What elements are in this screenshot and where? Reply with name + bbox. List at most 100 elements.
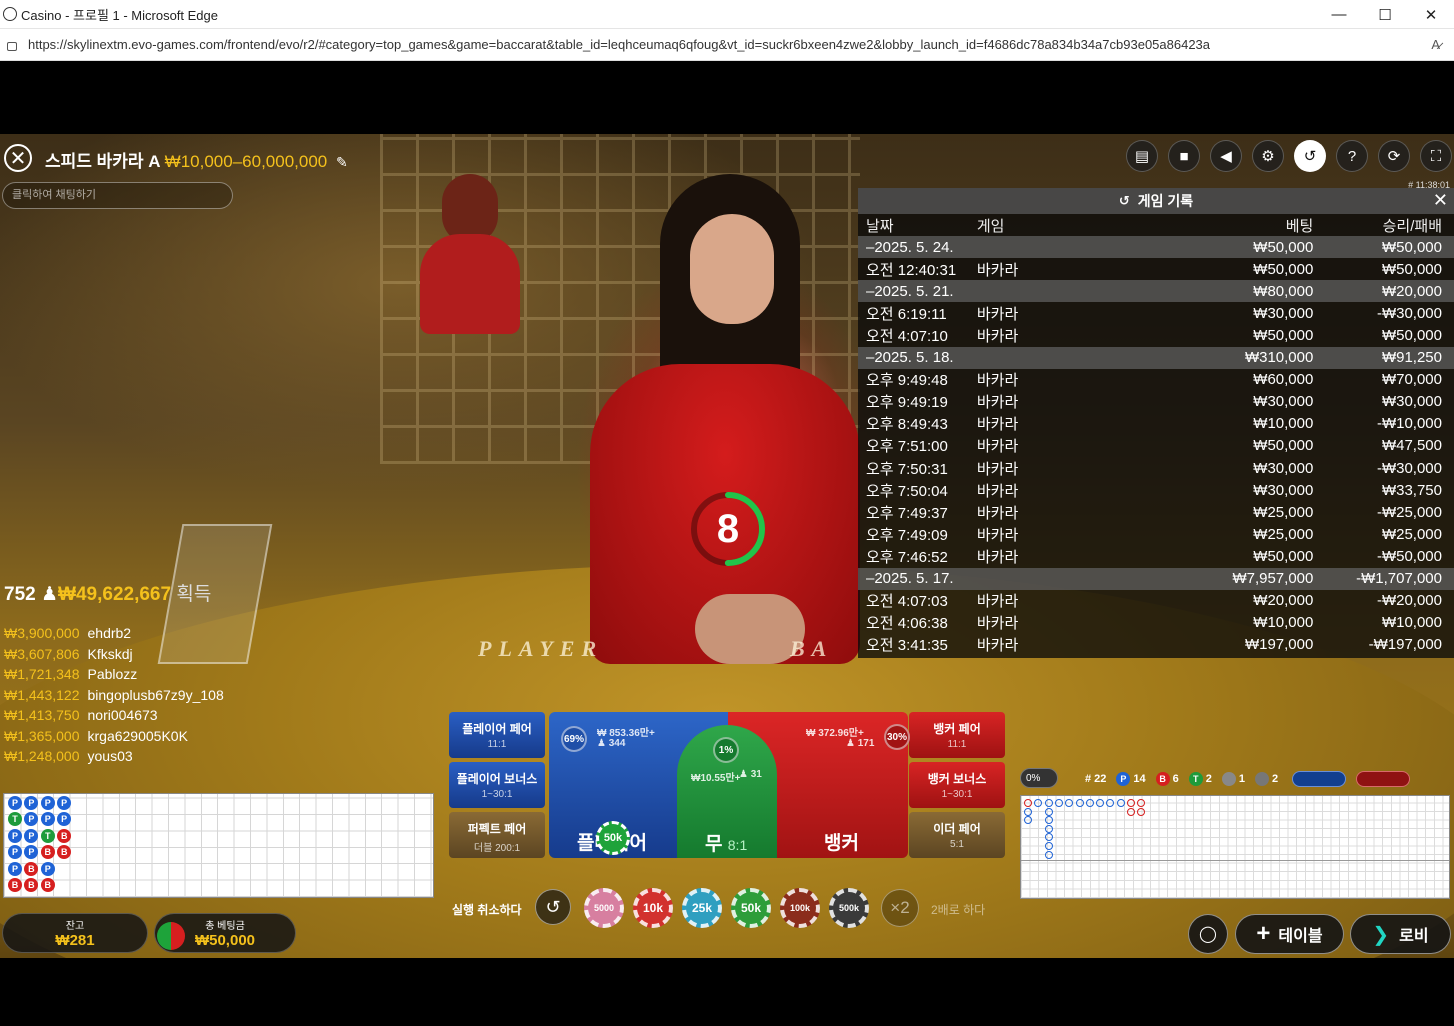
dealer-video xyxy=(590,174,860,694)
history-cell-bet: ₩25,000 xyxy=(1253,503,1314,521)
road-mark xyxy=(1096,799,1105,807)
banker-pair-stat-icon xyxy=(1255,772,1270,786)
history-icon[interactable]: ↺ xyxy=(1294,140,1326,172)
col-result: 승리/패배 xyxy=(1382,217,1442,235)
history-cell-date: 오후 7:50:04 xyxy=(866,482,948,500)
lobby-icon: ❯ xyxy=(1372,923,1390,946)
add-table-label: 테이블 xyxy=(1278,928,1323,945)
player-pair-bet[interactable]: 플레이어 페어 11:1 xyxy=(449,712,545,758)
perfect-pair-bet[interactable]: 퍼펙트 페어 더블 200:1 xyxy=(449,812,545,858)
bead-p: P xyxy=(57,796,72,810)
bead-b: B xyxy=(57,845,72,860)
winner-name: Pablozz xyxy=(87,666,138,682)
history-header: ↺ 게임 기록 ✕ xyxy=(858,188,1454,214)
undo-button[interactable]: ↺ xyxy=(535,889,571,925)
history-cell-game: 바카라 xyxy=(976,372,1019,390)
history-row: 오전 6:19:11 바카라 ₩30,000 -₩30,000 xyxy=(858,302,1454,324)
road-mark xyxy=(1024,816,1032,825)
chat-icon[interactable]: ▤ xyxy=(1126,140,1158,172)
bead-b: B xyxy=(57,828,72,843)
placed-chip[interactable]: 50k xyxy=(596,821,630,855)
history-cell-date: 오후 8:49:43 xyxy=(866,416,948,434)
either-pair-bet[interactable]: 이더 페어 5:1 xyxy=(909,812,1005,858)
history-cell-game: 바카라 xyxy=(976,328,1019,346)
road-statistics: # 22 P 14 B6 T2 1 2 xyxy=(1085,768,1454,790)
history-cell-bet: ₩50,000 xyxy=(1253,327,1314,345)
banker-pct: 30% xyxy=(884,724,910,750)
address-bar[interactable]: https://skylinextm.evo-games.com/fronten… xyxy=(0,29,1454,61)
road-mark xyxy=(1044,824,1053,833)
help-icon[interactable]: ? xyxy=(1336,140,1368,172)
road-mark xyxy=(1106,799,1115,807)
history-cell-game: 바카라 xyxy=(976,615,1019,633)
lobby-label: 로비 xyxy=(1399,928,1429,945)
double-button[interactable]: ×2 xyxy=(881,889,919,927)
lobby-button[interactable]: ❯ 로비 xyxy=(1350,914,1451,954)
chip-5000[interactable]: 5000 xyxy=(584,888,624,928)
video-icon[interactable]: ■ xyxy=(1168,140,1200,172)
chip-10k[interactable]: 10k xyxy=(633,888,673,928)
big-road[interactable] xyxy=(1020,795,1450,899)
close-window-button[interactable]: ✕ xyxy=(1408,0,1454,29)
banker-bonus-bet[interactable]: 뱅커 보너스 1~30:1 xyxy=(909,762,1005,808)
history-row: 오후 9:49:48 바카라 ₩60,000 ₩70,000 xyxy=(858,369,1454,391)
minimize-button[interactable]: — xyxy=(1316,0,1362,29)
refresh-icon[interactable]: ⟳ xyxy=(1378,140,1410,172)
chip-50k[interactable]: 50k xyxy=(731,888,771,928)
bead-p: P xyxy=(57,812,72,827)
sound-icon[interactable]: ◀ xyxy=(1210,140,1242,172)
winners-count: 752 xyxy=(4,584,36,605)
chip-25k[interactable]: 25k xyxy=(682,888,722,928)
bead-p: P xyxy=(8,845,22,860)
chip-500k[interactable]: 500k xyxy=(829,888,869,928)
double-label: 2배로 하다 xyxy=(931,903,986,917)
bead-road[interactable]: PTPPPBPPPPBBPPTBPBPPBB xyxy=(3,793,434,898)
winner-amount: ₩1,413,750 xyxy=(4,707,80,723)
lock-icon[interactable] xyxy=(7,42,17,51)
history-cell-bet: ₩10,000 xyxy=(1253,614,1314,632)
banker-pair-bet[interactable]: 뱅커 페어 11:1 xyxy=(909,712,1005,758)
add-table-button[interactable]: + 테이블 xyxy=(1235,914,1344,954)
history-cell-bet: ₩30,000 xyxy=(1253,481,1314,499)
history-cell-date: 오전 4:07:10 xyxy=(866,328,948,346)
history-cell-date: 오후 9:49:48 xyxy=(866,372,948,390)
banker-predict-button[interactable] xyxy=(1356,771,1411,787)
history-cell-game: 바카라 xyxy=(976,394,1019,412)
winners-total: ₩49,622,667 xyxy=(58,584,172,605)
history-cell-bet: ₩80,000 xyxy=(1253,282,1314,300)
winner-entry: ₩1,413,750 nori004673 xyxy=(4,707,158,723)
player-bet-players: ♟ 344 xyxy=(597,738,626,749)
banker-bonus-label: 뱅커 보너스 xyxy=(927,772,987,786)
winner-name: krga629005K0K xyxy=(87,727,188,744)
chip-100k[interactable]: 100k xyxy=(780,888,820,928)
pin-icon[interactable]: ✎ xyxy=(336,154,348,170)
banker-label: 뱅커 xyxy=(824,833,859,854)
history-cell-bet: ₩30,000 xyxy=(1253,304,1314,322)
history-rows: –2025. 5. 24. ₩50,000 ₩50,000 오전 12:40:31 바카… xyxy=(858,236,1454,656)
maximize-button[interactable]: ☐ xyxy=(1362,0,1408,29)
bead-p: P xyxy=(24,828,39,843)
chip-stack-icon xyxy=(157,922,185,950)
chat-bubble-button[interactable]: ◯ xyxy=(1188,914,1228,954)
player-bonus-bet[interactable]: 플레이어 보너스 1~30:1 xyxy=(449,762,545,808)
history-cell-date: 오후 7:46:52 xyxy=(866,548,948,566)
reader-mode-icon[interactable]: A̷ xyxy=(1431,37,1440,52)
player-predict-button[interactable] xyxy=(1292,771,1347,787)
chat-input[interactable]: 클릭하여 채팅하기 xyxy=(2,182,233,209)
tie-bet[interactable]: 1% ₩10.55만+ ♟ 31 무 8:1 xyxy=(677,725,777,858)
url-text[interactable]: https://skylinextm.evo-games.com/fronten… xyxy=(28,37,1210,52)
road-mark xyxy=(1137,799,1146,807)
road-mark xyxy=(1075,799,1084,807)
history-cell-result: ₩47,500 xyxy=(1381,437,1442,455)
close-history-button[interactable]: ✕ xyxy=(1433,190,1448,211)
close-icon: ✕ xyxy=(9,147,27,170)
settings-icon[interactable]: ⚙ xyxy=(1252,140,1284,172)
background-dealer xyxy=(420,174,520,334)
fullscreen-icon[interactable]: ⛶ xyxy=(1420,140,1452,172)
close-game-button[interactable]: ✕ xyxy=(4,144,32,172)
person-icon: ♟ xyxy=(40,584,59,605)
history-row: 오후 7:49:09 바카라 ₩25,000 ₩25,000 xyxy=(858,523,1454,545)
tie-label: 무 8:1 xyxy=(705,829,747,856)
player-pair-stat-icon xyxy=(1221,772,1236,786)
road-mark xyxy=(1127,799,1135,807)
